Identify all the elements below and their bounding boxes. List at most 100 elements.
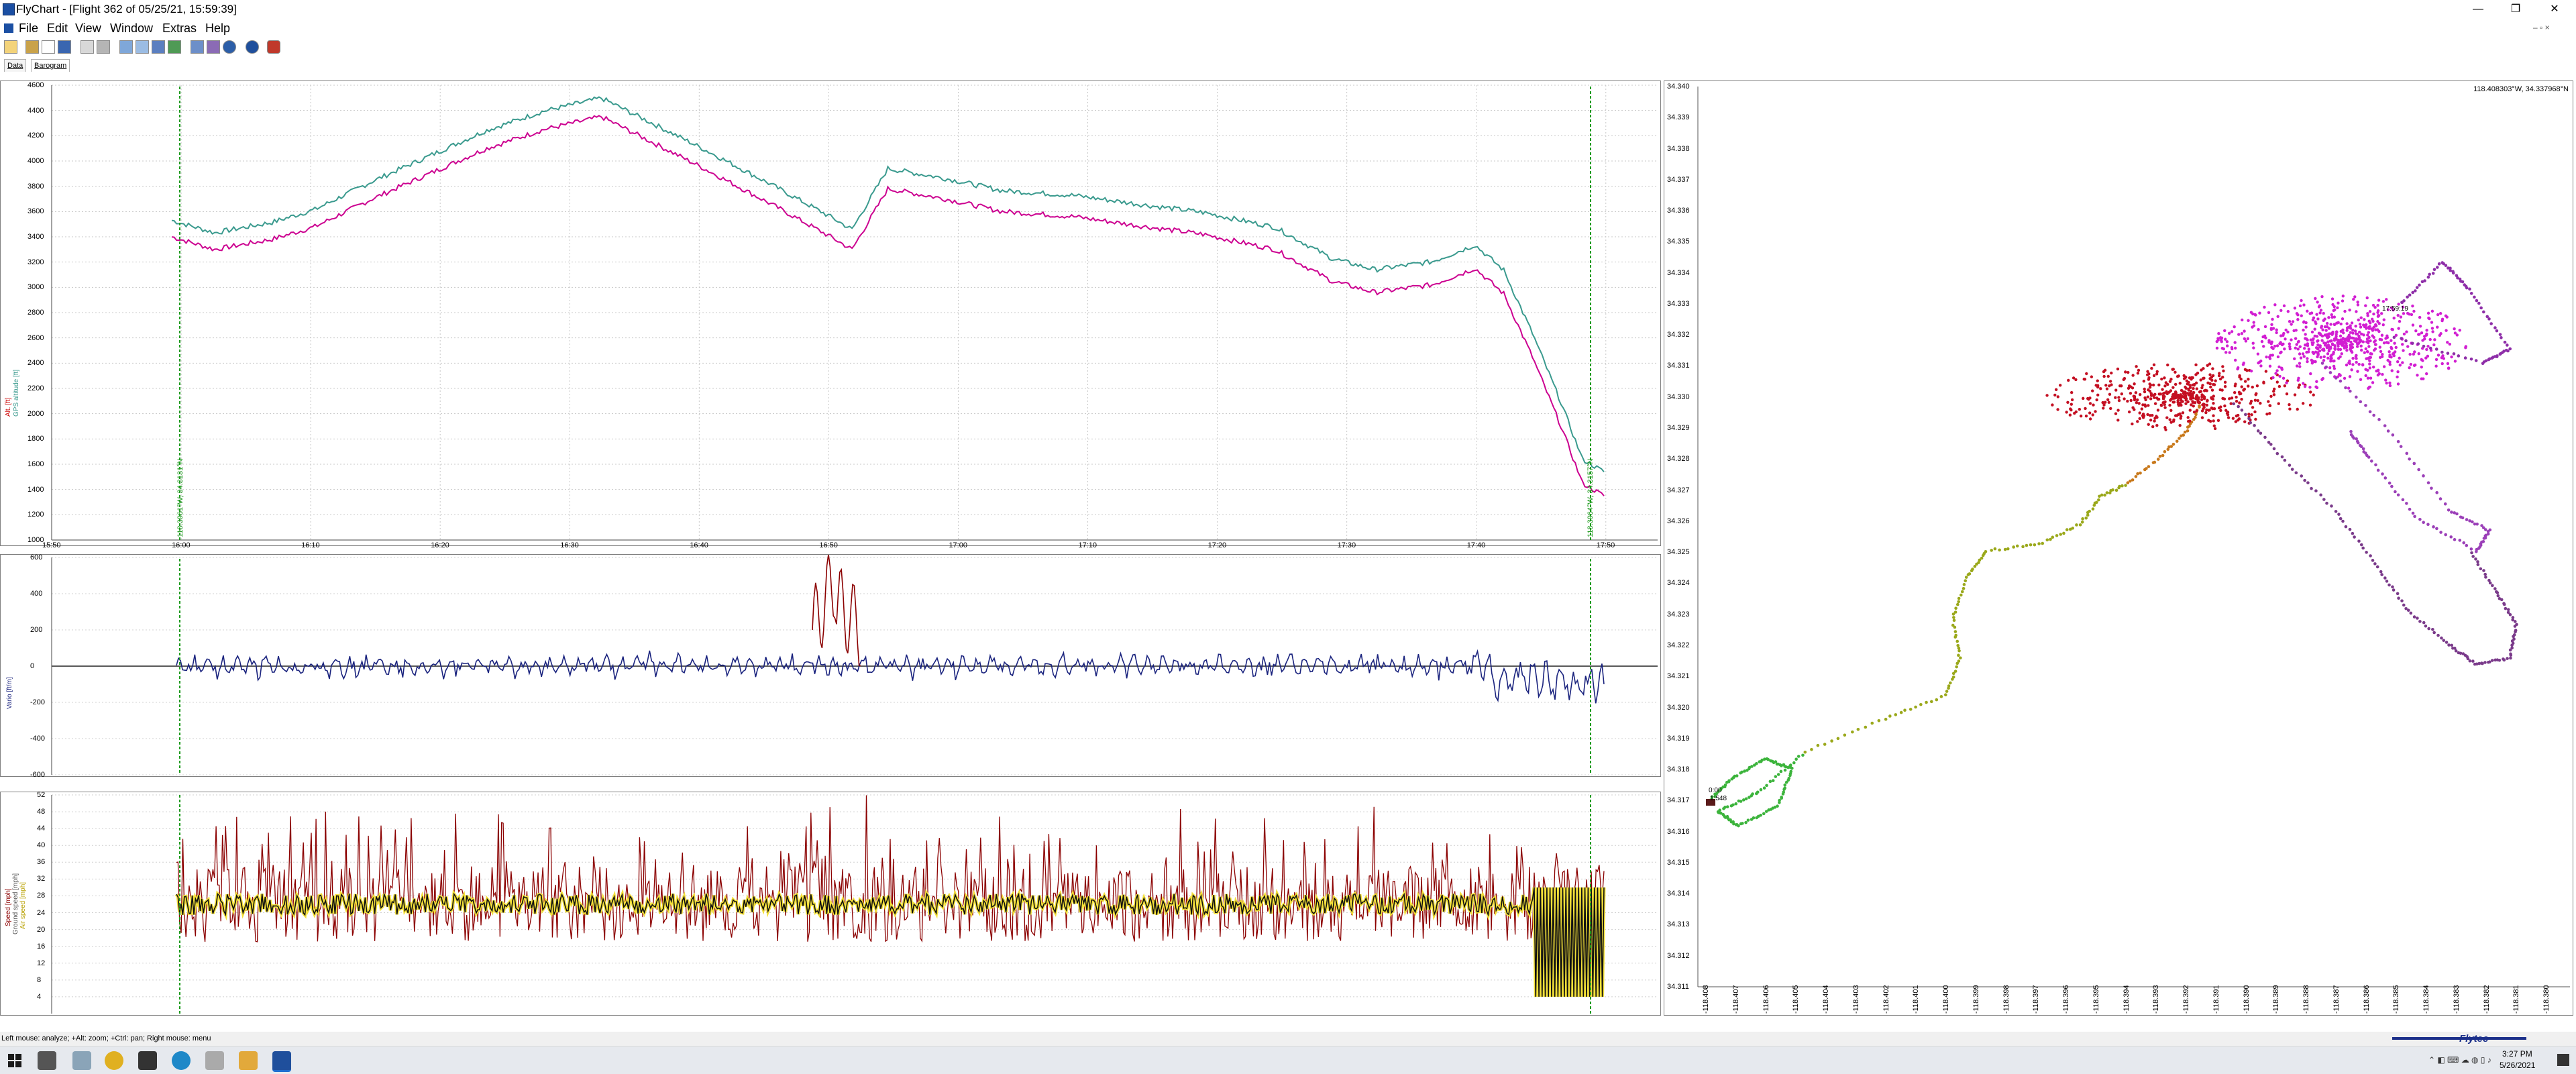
track-point — [2253, 423, 2256, 427]
track-point — [2334, 510, 2338, 513]
clock-time[interactable]: 3:27 PM — [2502, 1049, 2532, 1059]
altitude-panel[interactable]: 118.3961°W, 34.3131°N 118.3964°W, 34.315… — [0, 80, 1662, 549]
export-icon[interactable] — [136, 40, 149, 54]
track-point — [2129, 385, 2133, 388]
track-point — [2424, 372, 2428, 376]
track-point — [2332, 309, 2335, 313]
layout-icon[interactable] — [152, 40, 165, 54]
task-view-icon[interactable] — [38, 1051, 56, 1070]
track-point — [2059, 533, 2063, 536]
help-icon[interactable] — [246, 40, 259, 54]
track-point — [2396, 360, 2400, 364]
menu-file[interactable]: File — [19, 21, 38, 36]
map-panel[interactable]: 118.408303°W, 34.337968°N 1:548 0:00 17:… — [1664, 80, 2573, 1016]
track-point — [2280, 343, 2284, 347]
track-map[interactable] — [1664, 81, 2574, 1016]
vario-chart[interactable] — [1, 555, 1662, 777]
track-point — [2382, 341, 2386, 345]
track-point — [2185, 379, 2189, 383]
track-point — [2408, 352, 2412, 356]
track-point — [2163, 400, 2167, 404]
track-point — [2255, 384, 2259, 388]
track-point — [2269, 394, 2273, 398]
globe-icon[interactable] — [223, 40, 236, 54]
air-speed-series — [176, 795, 1605, 943]
track-point — [2110, 383, 2113, 386]
vario-panel[interactable]: Vario [ft/m] 600 400 200 0 -200 -400 -600 — [0, 553, 1662, 779]
track-point — [2133, 394, 2137, 398]
mdi-document-icon[interactable] — [4, 23, 13, 33]
track-point — [2108, 380, 2112, 383]
menu-extras[interactable]: Extras — [162, 21, 197, 36]
track-point — [2363, 351, 2367, 354]
tab-data[interactable]: Data — [4, 59, 27, 72]
system-tray-icons[interactable]: ⌃ ◧ ⌨ ☁ ◍ ▯ ♪ — [2428, 1055, 2491, 1065]
track-point — [2330, 339, 2333, 343]
mdi-controls[interactable]: – ▫ × — [2533, 23, 2550, 32]
windows-start-icon[interactable] — [8, 1054, 21, 1067]
analyze-icon[interactable] — [207, 40, 220, 54]
track-point — [2378, 337, 2381, 341]
save-icon[interactable] — [58, 40, 71, 54]
track-point — [2445, 315, 2449, 319]
flychart-taskbar-icon[interactable] — [272, 1051, 291, 1072]
track-point — [2186, 429, 2190, 433]
altitude-chart[interactable] — [1, 81, 1662, 547]
track-point — [2058, 384, 2062, 387]
printer-setup-icon[interactable] — [97, 40, 110, 54]
track-point — [2487, 578, 2491, 582]
track-point — [1782, 788, 1786, 791]
track-point — [2503, 340, 2507, 344]
track-point — [2361, 546, 2365, 550]
track-point — [2224, 351, 2228, 354]
track-point — [2164, 428, 2167, 431]
track-point — [1735, 774, 1739, 777]
notifications-icon[interactable] — [2557, 1054, 2569, 1066]
close-button[interactable]: ✕ — [2536, 0, 2573, 19]
track-point — [2146, 370, 2149, 373]
open-icon[interactable] — [4, 40, 17, 54]
track-point — [2449, 535, 2453, 539]
new-icon[interactable] — [42, 40, 55, 54]
track-point — [2450, 643, 2454, 647]
itunes-icon[interactable] — [205, 1051, 224, 1070]
store-icon[interactable] — [138, 1051, 157, 1070]
print-icon[interactable] — [80, 40, 94, 54]
track-point — [2417, 352, 2420, 356]
track-point — [2096, 384, 2100, 387]
edge-icon[interactable] — [172, 1051, 191, 1070]
longitude-tick: -118.386 — [2362, 985, 2371, 1014]
altitude-y-tick: 2600 — [28, 333, 44, 342]
flytec-icon[interactable] — [267, 40, 280, 54]
restore-button[interactable]: ❐ — [2497, 0, 2534, 19]
track-point — [2364, 404, 2367, 407]
track-point — [2138, 411, 2141, 415]
menu-view[interactable]: View — [75, 21, 101, 36]
track-point — [2434, 364, 2438, 368]
end-marker-label: 118.3964°W, 34.3157°N — [1587, 458, 1595, 537]
menu-help[interactable]: Help — [205, 21, 230, 36]
time-x-tick: 17:30 — [1337, 541, 1356, 549]
chart-icon[interactable] — [168, 40, 181, 54]
chrome-icon[interactable] — [105, 1051, 123, 1070]
speed-panel[interactable]: Speed [mph] Ground speed [mph] Air speed… — [0, 791, 1662, 1016]
track-point — [2233, 358, 2237, 362]
menu-window[interactable]: Window — [110, 21, 153, 36]
minimize-button[interactable]: — — [2459, 0, 2497, 19]
tab-barogram[interactable]: Barogram — [31, 59, 70, 72]
import-icon[interactable] — [119, 40, 133, 54]
speed-chart[interactable] — [1, 792, 1662, 1016]
zoom-icon[interactable] — [191, 40, 204, 54]
track-point — [2349, 347, 2352, 350]
menu-edit[interactable]: Edit — [47, 21, 68, 36]
track-point — [2453, 327, 2456, 331]
folder-icon[interactable] — [25, 40, 39, 54]
track-point — [2382, 318, 2386, 321]
file-explorer-icon[interactable] — [239, 1051, 258, 1070]
latitude-tick: 34.324 — [1667, 579, 1690, 588]
track-point — [2180, 396, 2183, 400]
clock-date[interactable]: 5/26/2021 — [2500, 1061, 2535, 1070]
track-point — [2246, 337, 2250, 341]
explorer-pinned-icon[interactable] — [72, 1051, 91, 1070]
track-point — [2301, 402, 2305, 405]
